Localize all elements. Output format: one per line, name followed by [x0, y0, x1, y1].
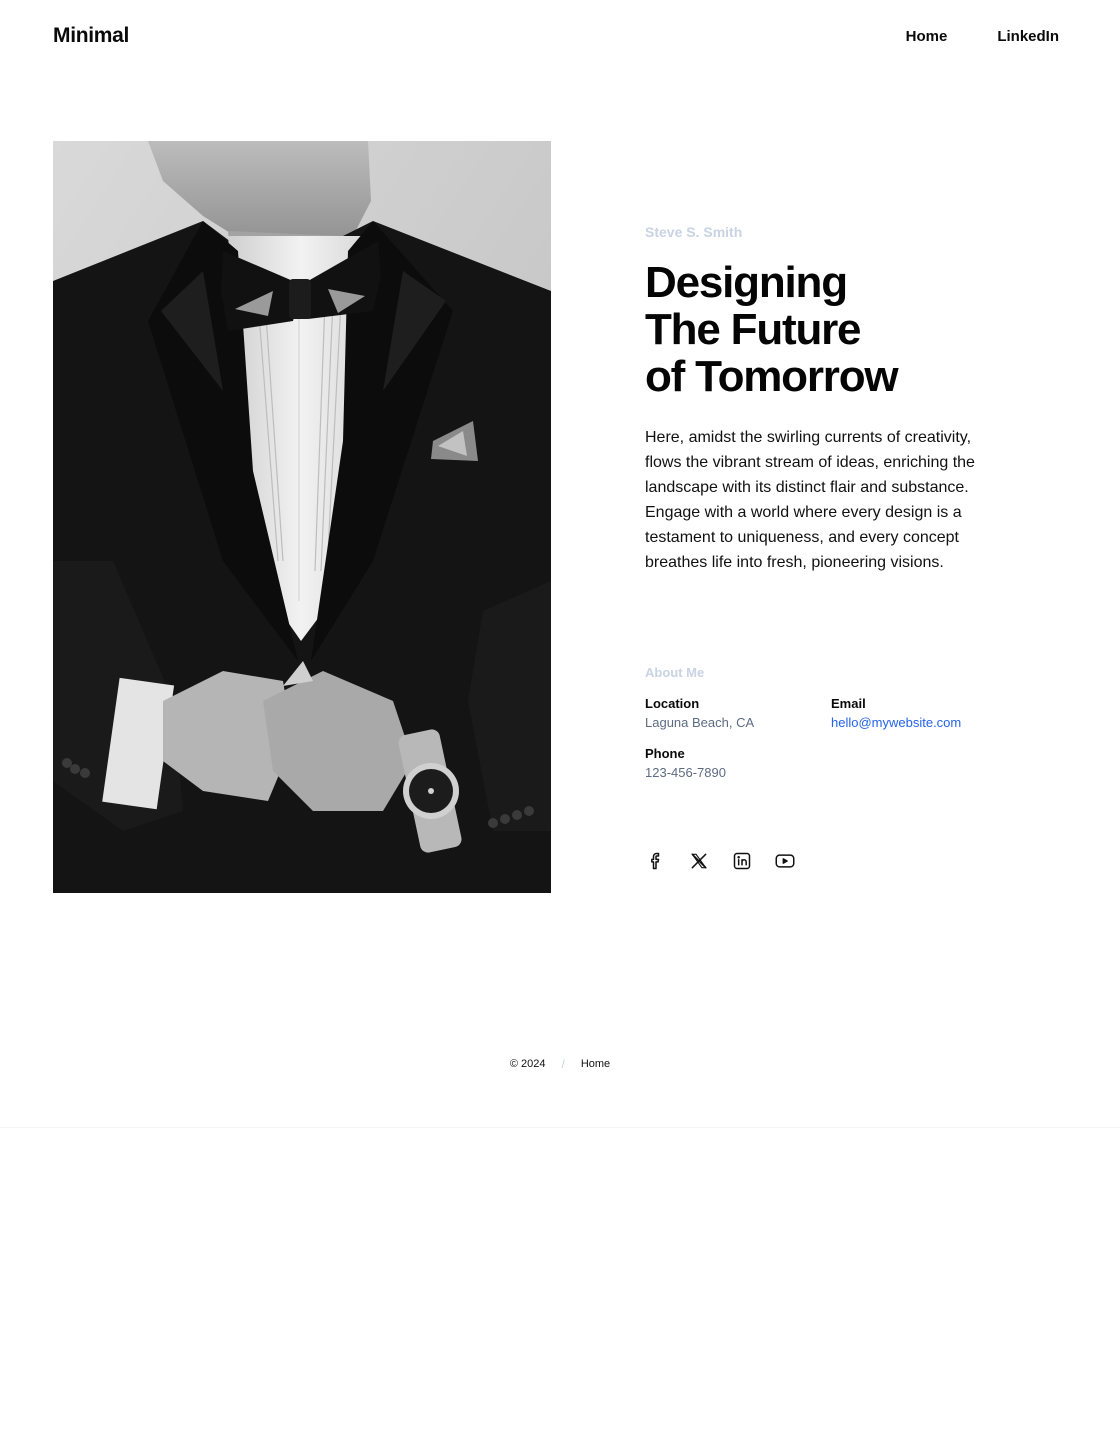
facebook-icon[interactable]: [645, 850, 667, 872]
site-footer: © 2024 / Home: [0, 1054, 1120, 1074]
author-name: Steve S. Smith: [645, 224, 743, 240]
location-item: Location Laguna Beach, CA: [645, 696, 825, 732]
phone-value: 123-456-7890: [645, 765, 726, 780]
phone-item: Phone 123-456-7890: [645, 746, 825, 782]
email-item: Email hello@mywebsite.com: [831, 696, 1011, 732]
brand-logo[interactable]: Minimal: [53, 24, 129, 48]
location-value: Laguna Beach, CA: [645, 715, 755, 730]
x-icon[interactable]: [688, 850, 710, 872]
site-header: Minimal Home LinkedIn: [0, 0, 1120, 74]
youtube-icon[interactable]: [774, 850, 796, 872]
footer-separator: /: [561, 1057, 565, 1071]
email-link[interactable]: hello@mywebsite.com: [831, 714, 1011, 732]
nav-link-linkedin[interactable]: LinkedIn: [997, 28, 1059, 45]
phone-label: Phone: [645, 746, 685, 761]
nav-link-home[interactable]: Home: [906, 28, 948, 45]
about-heading: About Me: [645, 665, 705, 680]
hero-content: Steve S. Smith Designing The Future of T…: [645, 224, 985, 870]
page-title: Designing The Future of Tomorrow: [645, 259, 985, 400]
social-links: [645, 850, 796, 872]
main-nav: Home LinkedIn: [906, 28, 1059, 45]
title-line-2: The Future: [645, 305, 862, 354]
intro-paragraph: Here, amidst the swirling currents of cr…: [645, 429, 975, 571]
linkedin-icon[interactable]: [731, 850, 753, 872]
portrait-photo: [53, 141, 551, 893]
footer-link-home[interactable]: Home: [581, 1058, 610, 1070]
footer-divider: [0, 1127, 1120, 1128]
title-line-1: Designing: [645, 258, 848, 307]
title-line-3: of Tomorrow: [645, 352, 899, 401]
email-label: Email: [831, 696, 866, 711]
location-label: Location: [645, 696, 700, 711]
copyright-text: © 2024: [509, 1058, 546, 1070]
